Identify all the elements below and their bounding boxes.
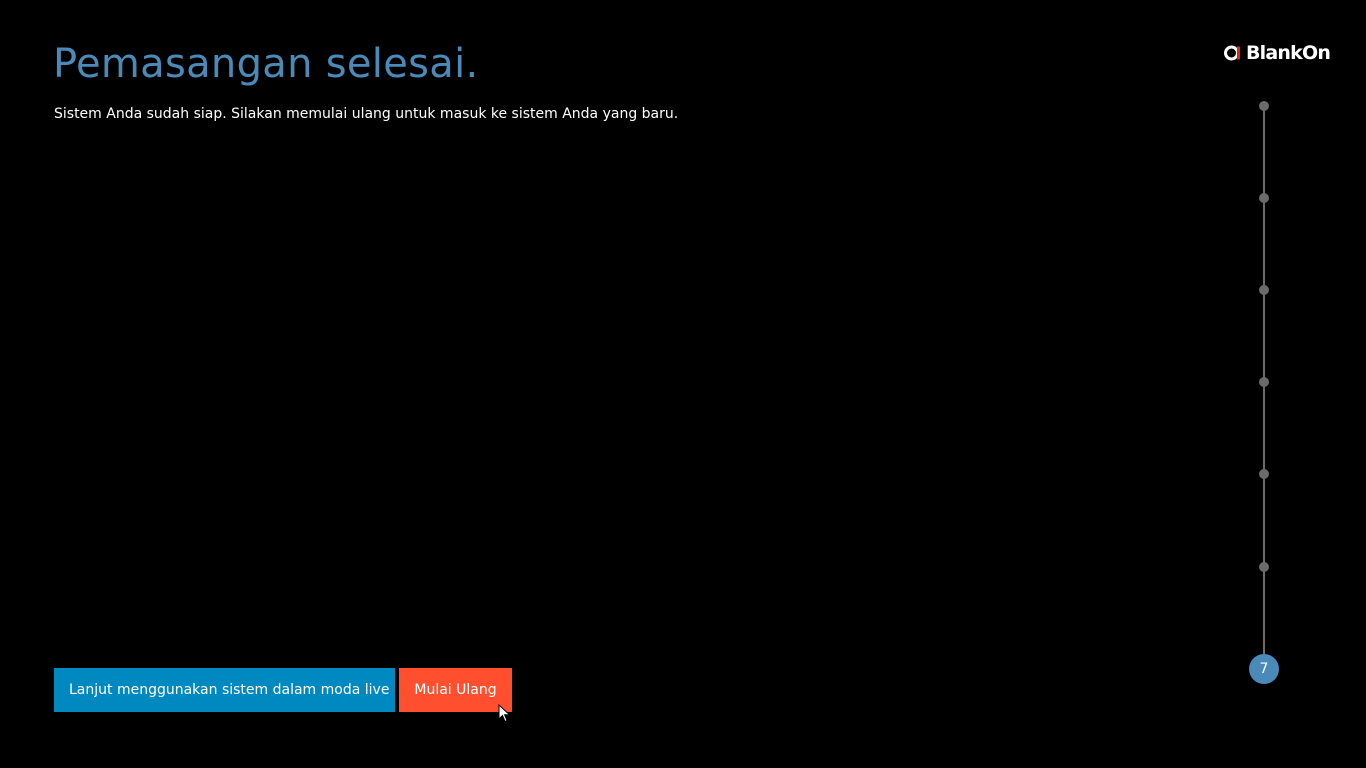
- restart-button[interactable]: Mulai Ulang: [399, 668, 512, 712]
- page-title: Pemasangan selesai.: [53, 41, 479, 87]
- installer-screen: Pemasangan selesai. Sistem Anda sudah si…: [0, 0, 1366, 768]
- progress-step-1: [1259, 101, 1269, 111]
- progress-step-4: [1259, 377, 1269, 387]
- blankon-logo-icon: [1224, 44, 1242, 62]
- progress-step-5: [1259, 469, 1269, 479]
- progress-step-6: [1259, 562, 1269, 572]
- continue-live-button[interactable]: Lanjut menggunakan sistem dalam moda liv…: [54, 668, 395, 712]
- progress-step-current: 7: [1249, 654, 1279, 684]
- progress-step-3: [1259, 285, 1269, 295]
- mouse-cursor-icon: [498, 704, 511, 723]
- logo-text: BlankOn: [1246, 42, 1331, 64]
- page-description: Sistem Anda sudah siap. Silakan memulai …: [54, 106, 679, 122]
- blankon-logo: BlankOn: [1224, 40, 1334, 66]
- progress-step-2: [1259, 193, 1269, 203]
